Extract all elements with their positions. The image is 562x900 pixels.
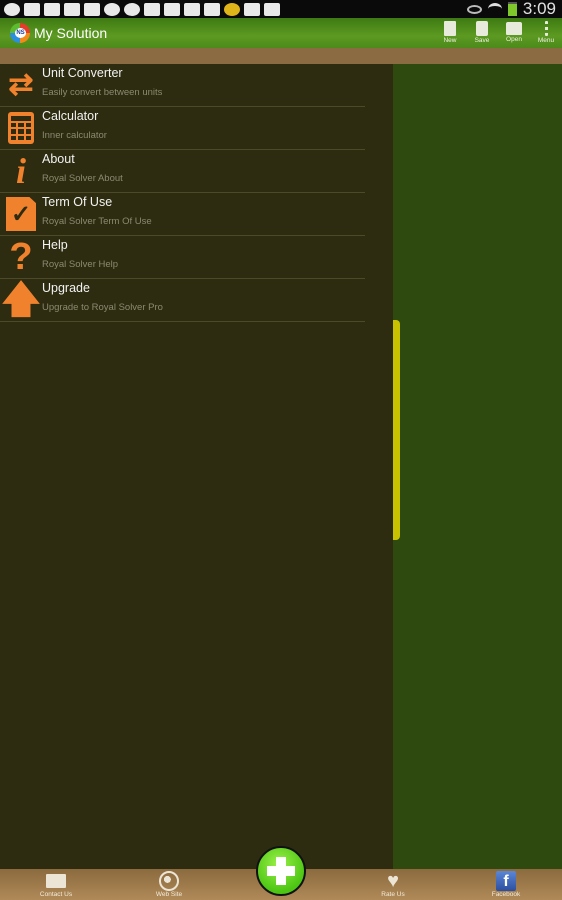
web-site-button[interactable]: Web Site bbox=[139, 871, 199, 898]
drawer-item-title: Upgrade bbox=[42, 281, 90, 295]
drawer-item-subtitle: Royal Solver Help bbox=[42, 259, 119, 270]
drawer-item-title: Unit Converter bbox=[42, 66, 123, 80]
sd-card-icon bbox=[164, 2, 180, 16]
drawer-item-title: Calculator bbox=[42, 109, 99, 123]
convert-arrows-icon: ⇄ bbox=[8, 68, 34, 101]
navigation-drawer: ⇄ Unit Converter Easily convert between … bbox=[0, 64, 393, 869]
drawer-item-title: Term Of Use bbox=[42, 195, 113, 209]
new-document-icon bbox=[444, 21, 456, 36]
sd-card-icon bbox=[184, 2, 200, 16]
action-bar: NS My Solution New Save Open Menu bbox=[0, 18, 562, 48]
flipboard-icon bbox=[144, 2, 160, 16]
new-button[interactable]: New bbox=[438, 18, 462, 48]
facebook-icon: f bbox=[496, 871, 516, 891]
clipboard-check-icon bbox=[244, 2, 260, 16]
calculator-icon bbox=[4, 111, 38, 145]
drawer-item-unit-converter[interactable]: ⇄ Unit Converter Easily convert between … bbox=[0, 64, 365, 107]
drawer-item-title: About bbox=[42, 152, 75, 166]
drawer-drag-handle[interactable] bbox=[393, 320, 400, 540]
drawer-item-subtitle: Royal Solver About bbox=[42, 173, 123, 184]
drawer-item-help[interactable]: ? Help Royal Solver Help bbox=[0, 236, 365, 279]
plus-icon bbox=[267, 857, 295, 885]
add-button[interactable] bbox=[256, 846, 306, 896]
sync-icon bbox=[104, 2, 120, 16]
eye-icon bbox=[466, 4, 482, 14]
drawer-menu-list: ⇄ Unit Converter Easily convert between … bbox=[0, 64, 365, 322]
drawer-item-subtitle: Upgrade to Royal Solver Pro bbox=[42, 302, 163, 313]
gmail-icon bbox=[24, 2, 40, 16]
battery-icon bbox=[507, 2, 517, 16]
drawer-item-about[interactable]: i About Royal Solver About bbox=[0, 150, 365, 193]
menu-button[interactable]: Menu bbox=[534, 18, 558, 48]
globe-icon bbox=[159, 871, 179, 891]
app-logo-icon[interactable]: NS bbox=[6, 22, 30, 44]
video-icon bbox=[264, 2, 280, 16]
upload-icon bbox=[84, 2, 100, 16]
drawer-item-subtitle: Inner calculator bbox=[42, 130, 107, 141]
drawer-item-upgrade[interactable]: 🡅 Upgrade Upgrade to Royal Solver Pro bbox=[0, 279, 365, 322]
gmail-icon bbox=[64, 2, 80, 16]
contact-us-label: Contact Us bbox=[39, 891, 73, 898]
drawer-item-title: Help bbox=[42, 238, 68, 252]
checked-document-icon: ✓ bbox=[4, 197, 38, 231]
facebook-button[interactable]: f Facebook bbox=[476, 871, 536, 898]
drawer-item-subtitle: Royal Solver Term Of Use bbox=[42, 216, 152, 227]
arrow-up-icon: 🡅 bbox=[1, 279, 41, 321]
web-site-label: Web Site bbox=[155, 891, 183, 898]
notification-icons bbox=[0, 2, 280, 16]
sd-card-icon bbox=[204, 2, 220, 16]
rate-us-button[interactable]: ♥ Rate Us bbox=[363, 871, 423, 898]
save-icon bbox=[476, 21, 488, 36]
save-button[interactable]: Save bbox=[470, 18, 494, 48]
menu-label: Menu bbox=[537, 37, 555, 44]
action-bar-actions: New Save Open Menu bbox=[438, 18, 558, 48]
content-pane bbox=[393, 64, 562, 869]
app-title: My Solution bbox=[34, 25, 108, 41]
open-label: Open bbox=[506, 36, 522, 43]
coin-app-icon bbox=[224, 2, 240, 16]
rate-us-label: Rate Us bbox=[381, 891, 405, 898]
clock: 3:09 bbox=[522, 0, 556, 18]
contact-us-button[interactable]: Contact Us bbox=[26, 871, 86, 898]
drawer-item-calculator[interactable]: Calculator Inner calculator bbox=[0, 107, 365, 150]
heart-icon: ♥ bbox=[387, 870, 399, 892]
open-folder-icon bbox=[506, 22, 522, 35]
system-tray: 3:09 bbox=[466, 0, 556, 18]
drawer-item-subtitle: Easily convert between units bbox=[42, 87, 163, 98]
status-bar: 3:09 bbox=[0, 0, 562, 18]
new-label: New bbox=[443, 37, 457, 44]
logo-text: NS bbox=[15, 28, 26, 38]
question-icon: ? bbox=[9, 236, 33, 278]
header-divider-strip bbox=[0, 48, 562, 64]
open-button[interactable]: Open bbox=[502, 18, 526, 48]
gallery-icon bbox=[44, 2, 60, 16]
overflow-menu-icon bbox=[544, 21, 548, 36]
facebook-label: Facebook bbox=[491, 891, 521, 898]
drawer-item-term-of-use[interactable]: ✓ Term Of Use Royal Solver Term Of Use bbox=[0, 193, 365, 236]
hangouts-icon bbox=[4, 2, 20, 16]
envelope-icon bbox=[46, 874, 66, 888]
save-label: Save bbox=[474, 37, 490, 44]
cloud-upload-icon bbox=[124, 2, 140, 16]
info-icon: i bbox=[15, 151, 26, 191]
wifi-icon bbox=[487, 3, 502, 15]
